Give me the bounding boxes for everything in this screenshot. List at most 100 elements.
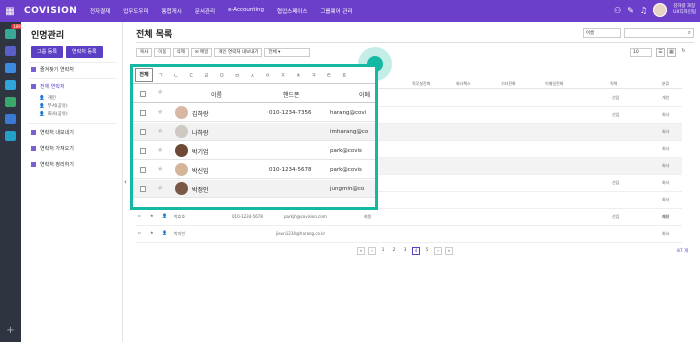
org-chart-icon[interactable]: ⚇: [614, 6, 621, 15]
tab-index[interactable]: ㅊ: [291, 72, 306, 79]
sidebar-item-organize[interactable]: 연락처 정리하기: [21, 161, 74, 168]
col-header-name[interactable]: 이름: [211, 90, 222, 99]
table-row[interactable]: ▫ ★ 👤 박지빈 jieun1234@harang.co.kr 회사: [136, 226, 682, 243]
tab-index[interactable]: ㅁ: [214, 72, 229, 79]
tab-index[interactable]: ㄴ: [168, 72, 183, 79]
tab-index[interactable]: ㄱ: [153, 72, 168, 79]
sidebar-sub-dept[interactable]: 👤 부서(공유): [39, 103, 68, 110]
row-checkbox[interactable]: ▫: [138, 213, 141, 218]
menu-item-groupware-admin[interactable]: 그룹웨어 관리: [320, 7, 352, 15]
table-row[interactable]: ▫ ★ 👤 박효호 010-1234-5678 parkjh@covision.…: [136, 209, 682, 226]
tab-index[interactable]: ㅂ: [229, 72, 244, 79]
share-app-icon[interactable]: [5, 131, 16, 141]
mail-app-icon[interactable]: [5, 29, 16, 39]
favorite-star-icon[interactable]: ★: [150, 230, 154, 235]
copy-button[interactable]: 복사: [136, 48, 153, 57]
favorite-star-icon[interactable]: ★: [157, 146, 163, 154]
favorite-star-icon[interactable]: ★: [150, 213, 154, 218]
contact-row[interactable]: ★ 김하랑 010-1234-7356 harang@covi: [133, 104, 375, 122]
page-size-select[interactable]: 10: [630, 48, 652, 57]
move-button[interactable]: 이동: [154, 48, 171, 57]
menu-item-board[interactable]: 통합게시: [162, 7, 182, 15]
filter-select[interactable]: 전체 ▾: [264, 48, 311, 57]
calendar-app-icon[interactable]: [5, 46, 16, 56]
tab-index[interactable]: ㄷ: [184, 72, 199, 79]
contact-row[interactable]: ★ 박신입 010-1234-5678 park@covis: [133, 161, 375, 179]
task-app-icon[interactable]: [5, 63, 16, 73]
contact-row[interactable]: ★ 박정인 jungmin@co: [133, 180, 375, 198]
page-button[interactable]: 5: [423, 247, 431, 255]
col-header-email[interactable]: 이메: [359, 90, 370, 99]
row-checkbox[interactable]: [140, 186, 146, 192]
tab-index[interactable]: ㅍ: [337, 72, 352, 79]
export-personal-button[interactable]: 개인 연락처 내보내기: [214, 48, 263, 57]
cell-category: 회사: [662, 197, 670, 202]
sidebar-item-favorites[interactable]: 즐겨찾기 연락처: [21, 66, 74, 73]
favorite-star-icon[interactable]: ★: [157, 127, 163, 135]
menu-item-e-accounting[interactable]: e-Accounting: [228, 7, 264, 15]
contacts-app-icon[interactable]: [5, 97, 16, 107]
list-view-icon[interactable]: ☰: [656, 48, 665, 57]
sidebar-item-all-contacts[interactable]: 전체 연락처: [21, 83, 65, 90]
favorite-star-icon[interactable]: ★: [157, 108, 163, 116]
menu-item-documents[interactable]: 문서관리: [195, 7, 215, 15]
sidebar-sub-company[interactable]: 👤 회사(공유): [39, 111, 68, 118]
grid-view-icon[interactable]: ▦: [667, 48, 676, 57]
tab-index[interactable]: ㅋ: [306, 72, 321, 79]
delete-button[interactable]: 삭제: [172, 48, 189, 57]
cell-category: 회사: [662, 214, 670, 219]
row-checkbox[interactable]: [140, 148, 146, 154]
last-page-button[interactable]: »: [445, 247, 453, 255]
add-app-icon[interactable]: +: [0, 325, 21, 336]
refresh-icon[interactable]: ↻: [679, 48, 688, 57]
contact-row[interactable]: ★ 나하랑 imharang@co: [133, 123, 375, 141]
organize-icon: [31, 162, 36, 167]
row-checkbox[interactable]: [140, 129, 146, 135]
col-header-phone[interactable]: 핸드폰: [283, 90, 300, 99]
search-input[interactable]: ⌕: [624, 28, 694, 38]
menu-item-approval[interactable]: 전자결재: [90, 7, 110, 15]
row-checkbox[interactable]: ▫: [138, 230, 141, 235]
pencil-icon[interactable]: ✎: [627, 6, 634, 15]
toolbar: 복사 이동 삭제 ✉ 메일 개인 연락처 내보내기 전체 ▾: [136, 48, 311, 57]
notes-app-icon[interactable]: [5, 80, 16, 90]
search-icon[interactable]: ⌕: [688, 29, 691, 37]
add-group-button[interactable]: 그룹 등록: [31, 46, 63, 58]
app-grid-icon[interactable]: ▦: [0, 6, 20, 17]
tab-all[interactable]: 전체: [135, 68, 153, 82]
tab-index[interactable]: ㅅ: [245, 72, 260, 79]
page-button[interactable]: 3: [401, 247, 409, 255]
row-checkbox[interactable]: [140, 110, 146, 116]
user-avatar[interactable]: [653, 3, 668, 17]
prev-page-button[interactable]: ‹: [368, 247, 376, 255]
tab-index[interactable]: ㄹ: [199, 72, 214, 79]
tab-index[interactable]: ㅈ: [275, 72, 290, 79]
user-info[interactable]: 김하랑 과장 UX디자인팀: [673, 4, 696, 16]
mail-button[interactable]: ✉ 메일: [190, 48, 213, 57]
menu-item-collab-space[interactable]: 협업스페이스: [277, 7, 307, 15]
favorite-star-icon[interactable]: ★: [157, 184, 163, 192]
page-button-active[interactable]: 4: [412, 247, 420, 255]
sidebar-item-import[interactable]: 연락처 가져오기: [21, 145, 74, 152]
sidebar-sub-personal[interactable]: 👤 개인: [39, 95, 56, 102]
contact-name: 박신입: [192, 168, 209, 175]
add-contact-button[interactable]: 연락처 등록: [66, 46, 103, 58]
sort-select[interactable]: 이름: [583, 28, 621, 38]
page-title: 전체 목록: [136, 30, 173, 40]
page-button[interactable]: 2: [390, 247, 398, 255]
favorite-star-icon[interactable]: ★: [157, 165, 163, 173]
first-page-button[interactable]: «: [357, 247, 365, 255]
select-all-checkbox[interactable]: [140, 91, 146, 97]
avatar: [175, 125, 188, 138]
row-checkbox[interactable]: [140, 167, 146, 173]
menu-item-work-helper[interactable]: 업무도우미: [123, 7, 148, 15]
logo[interactable]: COVISION: [20, 6, 90, 16]
tab-index[interactable]: ㅇ: [260, 72, 275, 79]
next-page-button[interactable]: ›: [434, 247, 442, 255]
drive-app-icon[interactable]: [5, 114, 16, 124]
bell-icon[interactable]: ♫: [640, 6, 647, 15]
tab-index[interactable]: ㅌ: [321, 72, 336, 79]
sidebar-item-export[interactable]: 연락처 내보내기: [21, 129, 74, 136]
contact-row[interactable]: ★ 박기업 park@covis: [133, 142, 375, 160]
page-button[interactable]: 1: [379, 247, 387, 255]
